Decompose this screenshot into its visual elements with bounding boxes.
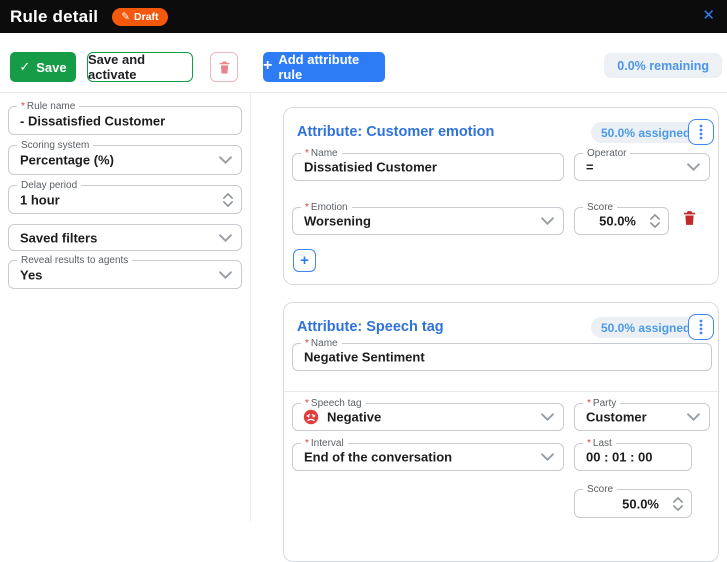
speech-tag-label: Speech tag: [311, 398, 362, 409]
attribute-card-customer-emotion: Attribute: Customer emotion 50.0% assign…: [283, 107, 719, 285]
assigned-percentage-badge: 50.0% assigned: [591, 122, 700, 143]
required-asterisk: *: [305, 398, 309, 409]
last-duration-field[interactable]: *Last 00 : 01 : 00: [574, 443, 692, 471]
chevron-down-icon: [219, 234, 232, 242]
draft-badge-label: Draft: [134, 11, 159, 23]
last-label: Last: [593, 438, 612, 449]
add-rule-label: Add attribute rule: [278, 52, 385, 82]
score-value: 50.0%: [599, 214, 636, 229]
required-asterisk: *: [587, 438, 591, 449]
attribute-name-value: Dissatisied Customer: [304, 160, 437, 175]
chevron-down-icon: [219, 271, 232, 279]
operator-label: Operator: [583, 147, 630, 160]
reveal-results-label: Reveal results to agents: [17, 254, 132, 267]
score-stepper[interactable]: Score 50.0%: [574, 489, 692, 518]
stepper-arrows-icon[interactable]: [673, 497, 683, 511]
score-stepper[interactable]: Score 50.0%: [574, 207, 669, 235]
last-value: 00 : 01 : 00: [586, 450, 653, 465]
save-and-activate-button[interactable]: Save and activate: [87, 52, 193, 82]
score-value: 50.0%: [622, 496, 659, 511]
kebab-menu-button[interactable]: [688, 119, 714, 145]
party-value: Customer: [586, 410, 647, 425]
attribute-name-label: Name: [311, 148, 338, 159]
interval-select[interactable]: *Interval End of the conversation: [292, 443, 564, 471]
save-button-label: Save: [36, 60, 66, 75]
toolbar-divider: [0, 92, 727, 93]
add-condition-button[interactable]: +: [293, 249, 316, 272]
delay-period-value: 1 hour: [20, 192, 60, 207]
attribute-name-field[interactable]: *Name Negative Sentiment: [292, 343, 712, 371]
delay-period-stepper[interactable]: Delay period 1 hour: [8, 185, 242, 214]
attribute-name-field[interactable]: *Name Dissatisied Customer: [292, 153, 564, 181]
interval-value: End of the conversation: [304, 450, 452, 465]
required-asterisk: *: [305, 202, 309, 213]
required-asterisk: *: [587, 398, 591, 409]
draft-status-badge: ✎ Draft: [112, 8, 167, 26]
score-label: Score: [583, 483, 617, 496]
card-title: Attribute: Speech tag: [297, 319, 444, 335]
party-label: Party: [593, 398, 616, 409]
remaining-percentage-badge: 0.0% remaining: [604, 53, 722, 78]
required-asterisk: *: [305, 438, 309, 449]
chevron-down-icon: [687, 163, 700, 171]
speech-tag-value: Negative: [327, 410, 381, 425]
chevron-down-icon: [541, 217, 554, 225]
emotion-value: Worsening: [304, 214, 371, 229]
delay-period-label: Delay period: [17, 179, 81, 192]
rule-name-field[interactable]: *Rule name - Dissatisfied Customer: [8, 106, 242, 135]
scoring-system-label: Scoring system: [17, 139, 93, 152]
scoring-system-select[interactable]: Scoring system Percentage (%): [8, 145, 242, 175]
check-icon: ✓: [19, 59, 30, 75]
card-section-divider: [284, 391, 720, 392]
emotion-label: Emotion: [311, 202, 348, 213]
speech-tag-select[interactable]: *Speech tag Negative: [292, 403, 564, 431]
saved-filters-value: Saved filters: [20, 230, 97, 245]
trash-icon: [218, 60, 231, 75]
required-asterisk: *: [305, 148, 309, 159]
operator-select[interactable]: Operator =: [574, 153, 710, 181]
card-title: Attribute: Customer emotion: [297, 124, 494, 140]
stepper-arrows-icon[interactable]: [223, 193, 233, 207]
attribute-name-label: Name: [311, 338, 338, 349]
angry-face-icon: [303, 409, 319, 425]
chevron-down-icon: [687, 413, 700, 421]
save-activate-label: Save and activate: [88, 52, 192, 82]
required-asterisk: *: [21, 101, 25, 112]
add-attribute-rule-button[interactable]: + Add attribute rule: [263, 52, 385, 82]
saved-filters-select[interactable]: Saved filters: [8, 224, 242, 251]
reveal-results-value: Yes: [20, 267, 42, 282]
operator-value: =: [586, 160, 594, 175]
scoring-system-value: Percentage (%): [20, 153, 114, 168]
panel-divider: [250, 93, 251, 521]
score-label: Score: [583, 201, 617, 214]
reveal-results-select[interactable]: Reveal results to agents Yes: [8, 260, 242, 289]
delete-rule-button[interactable]: [210, 52, 238, 82]
close-icon[interactable]: ✕: [702, 7, 715, 25]
stepper-arrows-icon[interactable]: [650, 214, 660, 228]
pencil-icon: ✎: [121, 11, 130, 23]
party-select[interactable]: *Party Customer: [574, 403, 710, 431]
rule-name-value: - Dissatisfied Customer: [20, 113, 165, 128]
interval-label: Interval: [311, 438, 344, 449]
emotion-select[interactable]: *Emotion Worsening: [292, 207, 564, 235]
save-button[interactable]: ✓ Save: [10, 52, 76, 82]
chevron-down-icon: [541, 413, 554, 421]
required-asterisk: *: [305, 338, 309, 349]
chevron-down-icon: [541, 453, 554, 461]
kebab-menu-button[interactable]: [688, 314, 714, 340]
delete-condition-trash-icon[interactable]: [682, 209, 697, 227]
attribute-name-value: Negative Sentiment: [304, 350, 425, 365]
assigned-percentage-badge: 50.0% assigned: [591, 317, 700, 338]
plus-icon: +: [263, 57, 272, 75]
rule-name-label: Rule name: [27, 101, 75, 112]
window-header: Rule detail ✎ Draft ✕: [0, 0, 727, 33]
chevron-down-icon: [219, 156, 232, 164]
plus-icon: +: [300, 252, 309, 269]
page-title: Rule detail: [10, 7, 98, 27]
attribute-card-speech-tag: Attribute: Speech tag 50.0% assigned *Na…: [283, 302, 719, 562]
